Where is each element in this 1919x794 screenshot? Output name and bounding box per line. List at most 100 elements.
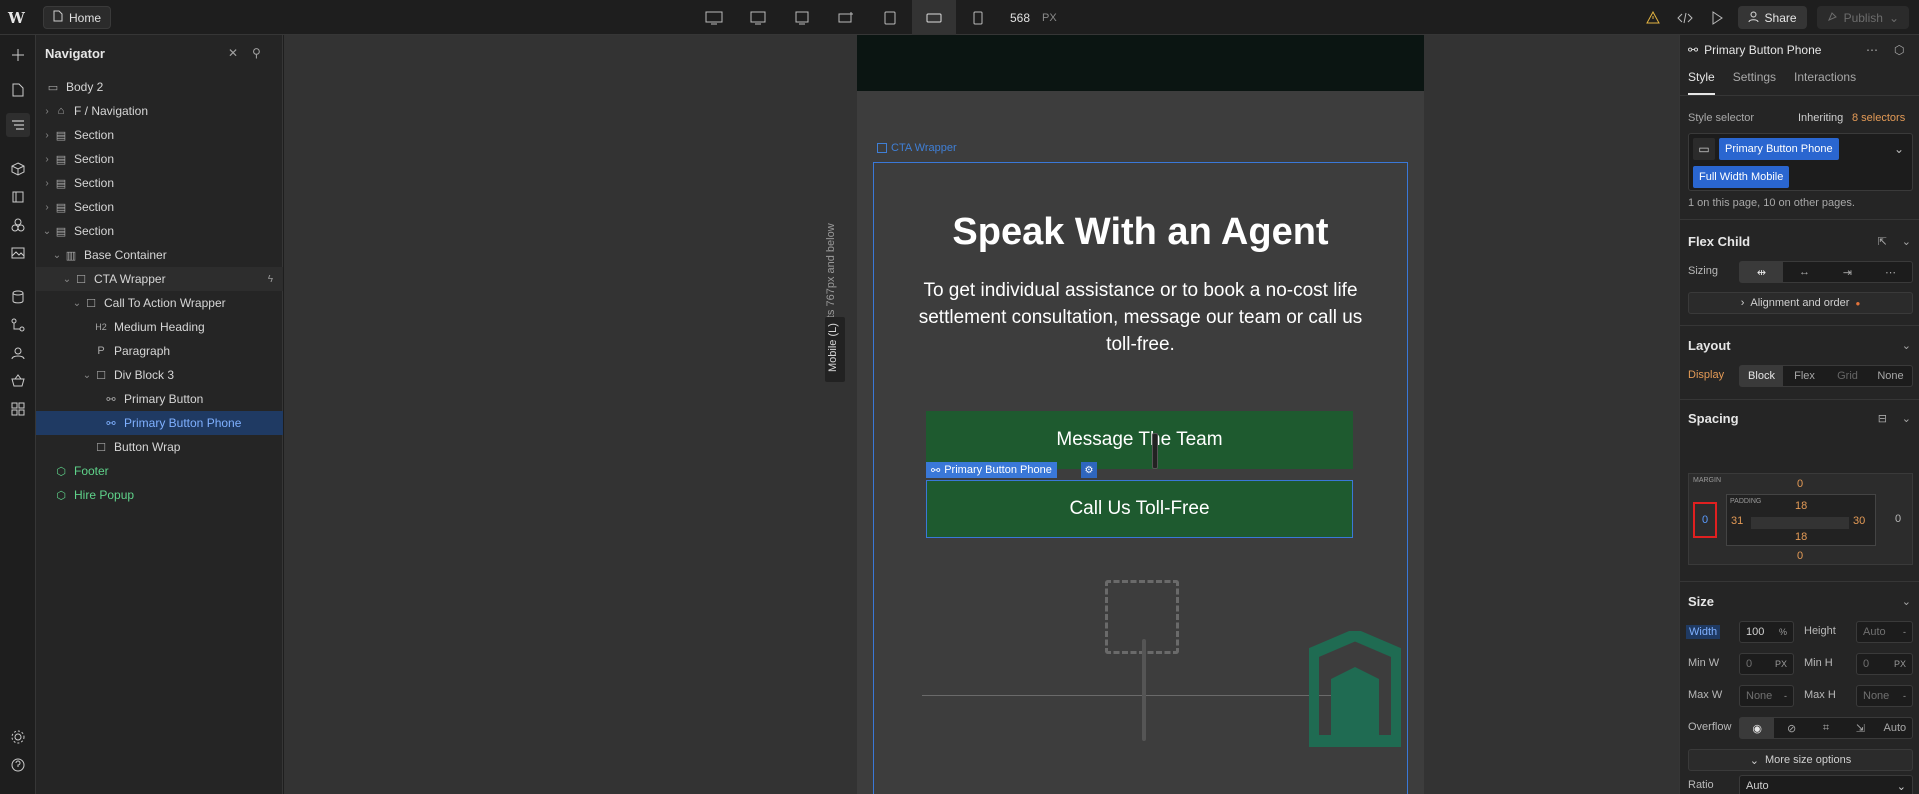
ratio-select[interactable]: Auto ⌄ <box>1739 775 1913 794</box>
variables-icon[interactable] <box>6 185 30 209</box>
tree-item-section[interactable]: › ▤ Section <box>36 123 283 147</box>
cube-icon[interactable]: ⬡ <box>1894 43 1904 57</box>
users-icon[interactable] <box>6 341 30 365</box>
navigator-icon[interactable] <box>6 113 30 137</box>
more-size-options-button[interactable]: ⌄ More size options <box>1688 749 1913 771</box>
tab-style[interactable]: Style <box>1688 70 1715 95</box>
tree-item-section[interactable]: › ▤ Section <box>36 147 283 171</box>
width-input[interactable]: 100% <box>1739 621 1794 643</box>
collapse-all-icon[interactable]: ✕ <box>228 46 238 60</box>
publish-button[interactable]: Publish ⌄ <box>1816 6 1909 29</box>
display-grid[interactable]: Grid <box>1826 366 1869 386</box>
max-width-input[interactable]: None - <box>1739 685 1794 707</box>
display-none[interactable]: None <box>1869 366 1912 386</box>
canvas-width-value[interactable]: 568 <box>1010 11 1030 25</box>
padding-bottom-value[interactable]: 18 <box>1795 531 1807 543</box>
chevron-down-icon[interactable]: ⌄ <box>62 274 72 285</box>
warning-icon[interactable] <box>1642 7 1664 29</box>
margin-right-value[interactable]: 0 <box>1895 513 1901 525</box>
tree-item-button-wrap[interactable]: ☐ Button Wrap <box>36 435 283 459</box>
message-team-button[interactable]: Message The Team <box>926 411 1353 469</box>
chevron-down-icon[interactable]: ⌄ <box>1894 142 1904 156</box>
apps-icon[interactable] <box>6 397 30 421</box>
chevron-down-icon[interactable]: ⌄ <box>72 298 82 309</box>
margin-left-value[interactable]: 0 <box>1693 502 1717 538</box>
chevron-down-icon[interactable]: ⌄ <box>1902 235 1911 248</box>
sizing-more-icon[interactable]: ⋯ <box>1869 262 1912 282</box>
tree-item-div-block-3[interactable]: ⌄ ☐ Div Block 3 <box>36 363 283 387</box>
webflow-logo-icon[interactable]: W <box>8 9 28 27</box>
share-button[interactable]: Share <box>1737 6 1807 29</box>
tree-item-section[interactable]: › ▤ Section <box>36 195 283 219</box>
tree-item-section-expanded[interactable]: ⌄ ▤ Section <box>36 219 283 243</box>
spacing-mode-icon[interactable]: ⊟ <box>1878 412 1887 425</box>
inheriting-selectors-link[interactable]: 8 selectors <box>1852 112 1905 124</box>
height-unit[interactable]: - <box>1903 627 1906 637</box>
page-viewport[interactable]: CTA Wrapper Speak With an Agent To get i… <box>857 35 1424 794</box>
design-canvas[interactable]: Affects 767px and below Mobile (L) CTA W… <box>284 35 1679 794</box>
resize-handle[interactable] <box>1152 433 1158 469</box>
pin-icon[interactable]: ⚲ <box>252 46 261 60</box>
cta-wrapper-tag[interactable]: CTA Wrapper <box>877 142 957 154</box>
element-settings-gear-icon[interactable]: ⚙ <box>1081 462 1097 478</box>
breakpoint-desktop-large-icon[interactable] <box>736 0 780 35</box>
padding-left-value[interactable]: 31 <box>1731 515 1743 527</box>
tree-item-medium-heading[interactable]: H2 Medium Heading <box>36 315 283 339</box>
padding-right-value[interactable]: 30 <box>1853 515 1865 527</box>
tab-interactions[interactable]: Interactions <box>1794 70 1856 95</box>
components-icon[interactable] <box>6 157 30 181</box>
margin-top-value[interactable]: 0 <box>1797 478 1803 490</box>
min-width-unit[interactable]: PX <box>1775 659 1787 669</box>
min-height-unit[interactable]: PX <box>1894 659 1906 669</box>
tree-item-navigation[interactable]: › ⌂ F / Navigation <box>36 99 283 123</box>
styles-icon[interactable] <box>6 213 30 237</box>
tree-item-primary-button[interactable]: ⚯ Primary Button <box>36 387 283 411</box>
chevron-right-icon[interactable]: › <box>42 130 52 141</box>
height-input[interactable]: Auto - <box>1856 621 1913 643</box>
selector-type-icon[interactable]: ▭ <box>1693 138 1715 160</box>
ecommerce-icon[interactable] <box>6 369 30 393</box>
more-options-icon[interactable]: ⋯ <box>1866 43 1878 57</box>
class-chip-full-width-mobile[interactable]: Full Width Mobile <box>1693 166 1790 188</box>
pages-icon[interactable] <box>6 78 30 102</box>
margin-bottom-value[interactable]: 0 <box>1797 550 1803 562</box>
tree-item-primary-button-phone[interactable]: ⚯ Primary Button Phone <box>36 411 283 435</box>
sizing-grow-icon[interactable]: ↔ <box>1783 262 1826 282</box>
max-height-input[interactable]: None - <box>1856 685 1913 707</box>
tree-item-section[interactable]: › ▤ Section <box>36 171 283 195</box>
overflow-hidden-eye-off-icon[interactable]: ⊘ <box>1774 718 1808 738</box>
chevron-right-icon[interactable]: › <box>42 106 52 117</box>
chevron-right-icon[interactable]: › <box>42 202 52 213</box>
page-selector-button[interactable]: Home <box>43 6 112 29</box>
expand-icon[interactable]: ⇱ <box>1878 235 1887 248</box>
chevron-down-icon[interactable]: ⌄ <box>82 370 92 381</box>
cms-icon[interactable] <box>6 285 30 309</box>
breakpoint-mobile-portrait-icon[interactable] <box>956 0 1000 35</box>
tab-settings[interactable]: Settings <box>1733 70 1776 95</box>
tree-item-body[interactable]: ▭ Body 2 <box>36 75 283 99</box>
chevron-down-icon[interactable]: ⌄ <box>1902 412 1911 425</box>
class-chip-primary-button-phone[interactable]: Primary Button Phone <box>1719 138 1839 160</box>
assets-icon[interactable] <box>6 241 30 265</box>
preview-play-icon[interactable] <box>1706 7 1728 29</box>
overflow-visible-eye-icon[interactable]: ◉ <box>1740 718 1775 738</box>
interaction-bolt-icon[interactable]: ϟ <box>268 274 273 285</box>
breakpoint-tablet-icon[interactable] <box>868 0 912 35</box>
width-label[interactable]: Width <box>1686 625 1721 639</box>
tree-item-cta-wrapper[interactable]: ⌄ ☐ CTA Wrapper ϟ <box>36 267 283 291</box>
padding-top-value[interactable]: 18 <box>1795 500 1807 512</box>
alignment-order-button[interactable]: › Alignment and order ● <box>1688 292 1913 314</box>
display-block[interactable]: Block <box>1740 366 1783 386</box>
breakpoint-desktop-xl-icon[interactable] <box>692 0 736 35</box>
chevron-down-icon[interactable]: ⌄ <box>1902 595 1911 608</box>
chevron-right-icon[interactable]: › <box>42 178 52 189</box>
min-width-input[interactable]: 0 PX <box>1739 653 1794 675</box>
settings-gear-icon[interactable] <box>6 725 30 749</box>
tree-item-base-container[interactable]: ⌄ ▥ Base Container <box>36 243 283 267</box>
overflow-auto[interactable]: Auto <box>1878 718 1912 738</box>
code-icon[interactable] <box>1674 7 1696 29</box>
tree-item-footer[interactable]: ⬡ Footer <box>36 459 283 483</box>
cta-paragraph[interactable]: To get individual assistance or to book … <box>918 277 1363 358</box>
tree-item-hire-popup[interactable]: ⬡ Hire Popup <box>36 483 283 507</box>
breakpoint-desktop-icon[interactable] <box>780 0 824 35</box>
